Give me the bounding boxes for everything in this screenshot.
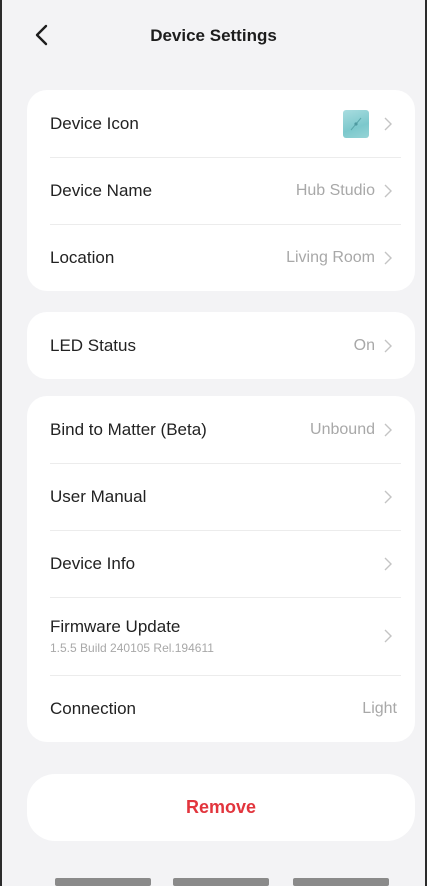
firmware-update-row[interactable]: Firmware Update 1.5.5 Build 240105 Rel.1… xyxy=(27,597,415,675)
device-icon-row[interactable]: Device Icon xyxy=(27,90,415,157)
general-settings-card: Device Icon Device Name Hub Studio Locat… xyxy=(27,90,415,291)
location-value: Living Room xyxy=(286,248,375,266)
firmware-text-stack: Firmware Update 1.5.5 Build 240105 Rel.1… xyxy=(50,617,383,655)
led-status-label: LED Status xyxy=(50,335,136,355)
device-info-row[interactable]: Device Info xyxy=(27,530,415,597)
bind-matter-value: Unbound xyxy=(310,420,375,438)
top-bar: Device Settings xyxy=(0,0,427,76)
firmware-version: 1.5.5 Build 240105 Rel.194611 xyxy=(50,641,214,655)
device-name-label: Device Name xyxy=(50,180,153,200)
led-status-value: On xyxy=(353,336,375,354)
chevron-right-icon xyxy=(384,339,392,352)
chevron-right-icon xyxy=(384,490,392,503)
remove-label: Remove xyxy=(185,797,257,817)
led-card: LED Status On xyxy=(27,312,415,379)
firmware-update-label: Firmware Update xyxy=(50,617,181,636)
device-info-label: Device Info xyxy=(50,553,136,573)
bind-matter-label: Bind to Matter (Beta) xyxy=(50,419,207,439)
user-manual-row[interactable]: User Manual xyxy=(27,463,415,530)
connection-label: Connection xyxy=(50,698,137,718)
led-status-row[interactable]: LED Status On xyxy=(27,312,415,379)
location-row[interactable]: Location Living Room xyxy=(27,224,415,291)
chevron-right-icon xyxy=(384,117,392,130)
connection-row: Connection Light xyxy=(27,675,415,742)
device-name-row[interactable]: Device Name Hub Studio xyxy=(27,157,415,224)
more-settings-card: Bind to Matter (Beta) Unbound User Manua… xyxy=(27,396,415,742)
nav-segment xyxy=(173,878,269,886)
chevron-right-icon xyxy=(384,423,392,436)
bind-matter-row[interactable]: Bind to Matter (Beta) Unbound xyxy=(27,396,415,463)
nav-segment xyxy=(293,878,389,886)
chevron-right-icon xyxy=(384,251,392,264)
chevron-right-icon xyxy=(384,557,392,570)
remove-button[interactable]: Remove xyxy=(27,774,415,841)
user-manual-label: User Manual xyxy=(50,486,147,506)
page-title: Device Settings xyxy=(150,26,277,45)
nav-segment xyxy=(55,878,151,886)
connection-value: Light xyxy=(362,699,397,717)
location-label: Location xyxy=(50,247,115,267)
chevron-right-icon xyxy=(384,629,392,643)
device-thumbnail-icon xyxy=(343,109,369,138)
device-icon-label: Device Icon xyxy=(50,113,139,133)
chevron-right-icon xyxy=(384,184,392,197)
device-name-value: Hub Studio xyxy=(295,181,375,199)
bottom-nav-bar xyxy=(0,876,427,886)
